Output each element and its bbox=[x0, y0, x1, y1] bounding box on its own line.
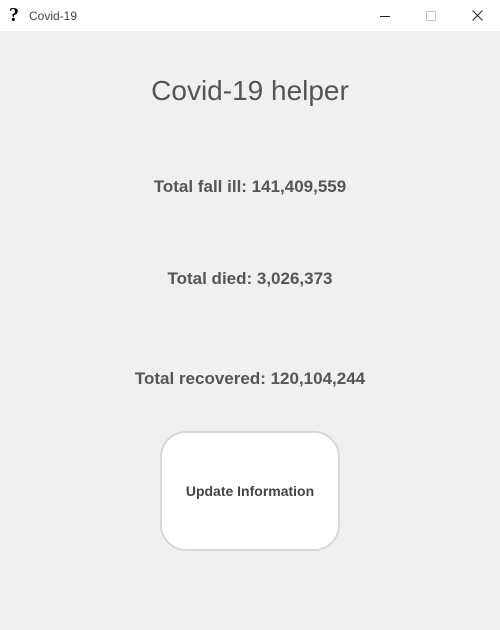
update-information-button[interactable]: Update Information bbox=[160, 431, 340, 551]
minimize-button[interactable] bbox=[363, 0, 407, 31]
total-died-label: Total died: 3,026,373 bbox=[167, 269, 333, 288]
total-fall-ill-label: Total fall ill: 141,409,559 bbox=[153, 177, 347, 196]
maximize-icon bbox=[426, 10, 436, 21]
app-window: ? Covid-19 Covid-19 helper Total fall il… bbox=[0, 0, 500, 630]
total-recovered-label: Total recovered: 120,104,244 bbox=[134, 369, 366, 388]
title-bar[interactable]: ? Covid-19 bbox=[0, 0, 500, 31]
close-button[interactable] bbox=[455, 0, 499, 31]
minimize-icon bbox=[380, 15, 390, 17]
window-title: Covid-19 bbox=[29, 9, 78, 23]
question-mark-icon: ? bbox=[9, 4, 19, 26]
page-title: Covid-19 helper bbox=[151, 75, 349, 106]
close-icon bbox=[471, 10, 483, 21]
maximize-button[interactable] bbox=[409, 0, 453, 31]
